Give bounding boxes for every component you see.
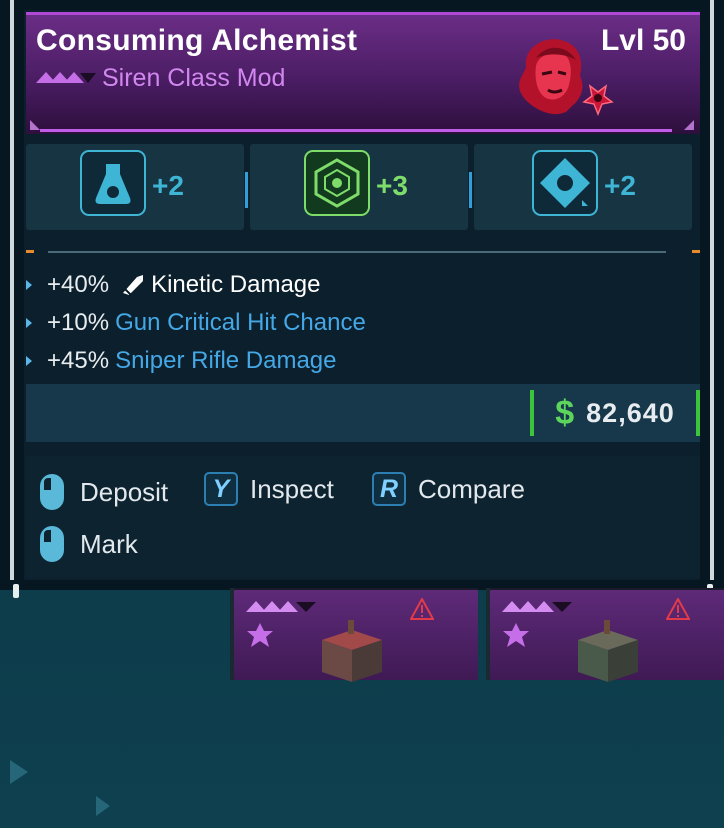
rarity-icon: [36, 72, 96, 83]
mouse-middle-click-icon: [40, 526, 64, 562]
flask-icon: [80, 150, 146, 216]
skill-separator: [469, 172, 472, 208]
inspect-action[interactable]: Y Inspect: [204, 472, 334, 506]
bullet-icon: [26, 280, 32, 290]
price-box: $ 82,640: [530, 390, 700, 436]
skill-value-3: +2: [604, 170, 636, 201]
stat-value: +40%: [47, 271, 110, 298]
deposit-label: Deposit: [80, 476, 169, 507]
siren-portrait-icon: [519, 39, 614, 117]
dollar-icon: $: [555, 393, 575, 432]
class-mod-cube-icon: [578, 620, 638, 682]
skill-value-2: +3: [376, 170, 408, 201]
inventory-item-card[interactable]: [490, 588, 724, 682]
skill-bonus-row: +2 +3 +2: [26, 144, 700, 230]
warning-icon: [666, 598, 690, 620]
siren-class-icon: [503, 623, 529, 647]
stat-list: +40% Kinetic Damage +10% Gun Critical Hi…: [22, 266, 682, 380]
bullet-icon: [26, 356, 32, 366]
bg-shard: [96, 796, 110, 816]
header-corner-right: [684, 120, 694, 130]
bg-shard: [10, 760, 28, 784]
skill-slot-1[interactable]: +2: [26, 144, 244, 230]
inventory-item-card[interactable]: [234, 588, 478, 682]
bullet-icon: [26, 318, 32, 328]
action-panel: Deposit Y Inspect R Compare Mark: [26, 456, 700, 578]
stat-label: Sniper Rifle Damage: [115, 347, 337, 374]
stat-line: +45% Sniper Rifle Damage: [22, 342, 682, 380]
item-name: Consuming Alchemist: [36, 24, 358, 57]
warning-icon: [410, 598, 434, 620]
skill-slot-3[interactable]: +2: [474, 144, 692, 230]
header-corner-left: [30, 120, 40, 130]
skill-slot-2[interactable]: +3: [250, 144, 468, 230]
header-underline: [40, 129, 672, 132]
stat-value: +45%: [47, 347, 110, 374]
skill-separator: [245, 172, 248, 208]
stat-label: Kinetic Damage: [151, 271, 321, 298]
diamond-swirl-icon: [532, 150, 598, 216]
stat-value: +10%: [47, 309, 110, 336]
price-bar: $ 82,640: [26, 384, 700, 442]
siren-class-icon: [247, 623, 273, 647]
web-icon: [304, 150, 370, 216]
mouse-left-click-icon: [40, 474, 64, 510]
price-value: 82,640: [586, 397, 675, 428]
inspect-label: Inspect: [250, 473, 334, 504]
kinetic-bullet-icon: [123, 275, 144, 296]
deposit-action[interactable]: Deposit: [40, 474, 168, 510]
stat-label: Gun Critical Hit Chance: [115, 309, 366, 336]
item-type: Siren Class Mod: [102, 64, 286, 92]
compare-label: Compare: [418, 473, 525, 504]
rarity-icon: [502, 601, 572, 612]
skill-value-1: +2: [152, 170, 184, 201]
rarity-icon: [246, 601, 316, 612]
compare-action[interactable]: R Compare: [372, 472, 525, 506]
stat-line: +10% Gun Critical Hit Chance: [22, 304, 682, 342]
frame-left: [10, 0, 14, 580]
divider: [26, 250, 700, 254]
mark-label: Mark: [80, 528, 138, 559]
key-y-icon: Y: [204, 472, 238, 506]
stat-line: +40% Kinetic Damage: [22, 266, 682, 304]
frame-pin-left: [13, 584, 19, 598]
mark-action[interactable]: Mark: [40, 526, 138, 562]
key-r-icon: R: [372, 472, 406, 506]
frame-right: [710, 0, 714, 580]
class-mod-cube-icon: [322, 620, 382, 682]
